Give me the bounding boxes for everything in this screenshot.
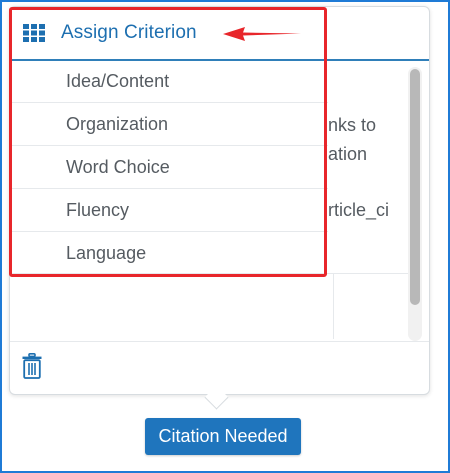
criterion-fluency[interactable]: Fluency (10, 189, 328, 232)
scrollbar-thumb[interactable] (410, 69, 420, 305)
trash-icon[interactable] (22, 353, 42, 379)
annotation-arrow-icon (223, 27, 301, 41)
citation-needed-button[interactable]: Citation Needed (145, 418, 301, 455)
background-text-line: nks to (328, 115, 377, 135)
footer-divider (10, 341, 429, 342)
background-text-line: ation (328, 144, 368, 164)
scrollbar[interactable] (408, 67, 422, 341)
divider (10, 273, 410, 274)
grid-icon (23, 24, 45, 42)
background-text-line: rticle_ci (328, 200, 390, 220)
criterion-idea-content[interactable]: Idea/Content (10, 60, 328, 103)
criterion-word-choice[interactable]: Word Choice (10, 146, 328, 189)
divider (333, 273, 334, 339)
criterion-language[interactable]: Language (10, 232, 328, 275)
popup-header: Assign Criterion (10, 7, 429, 61)
criteria-menu: Idea/Content Organization Word Choice Fl… (10, 60, 328, 275)
criterion-popup: Assign Criterion Idea/Content Organizati… (9, 6, 430, 395)
popup-title: Assign Criterion (61, 22, 197, 43)
criterion-organization[interactable]: Organization (10, 103, 328, 146)
